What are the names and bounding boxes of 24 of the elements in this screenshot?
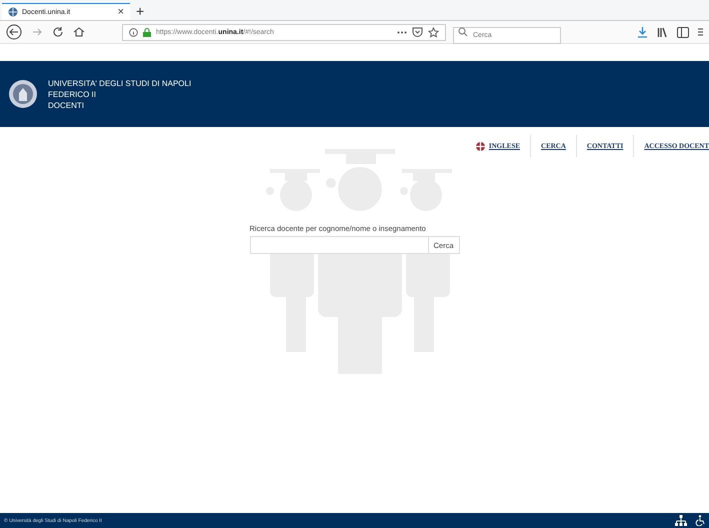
pocket-icon[interactable]: [412, 27, 423, 37]
menu-icon[interactable]: [698, 27, 703, 37]
header-title-line: UNIVERSITA' DEGLI STUDI DI NAPOLI: [48, 78, 192, 88]
more-icon[interactable]: [397, 30, 407, 34]
close-tab-button[interactable]: ×: [118, 6, 124, 18]
search-icon: [458, 27, 468, 37]
home-icon[interactable]: [73, 26, 85, 38]
library-icon[interactable]: [657, 26, 668, 38]
new-tab-button[interactable]: +: [130, 3, 150, 20]
reload-icon[interactable]: [52, 26, 64, 38]
accessibility-icon[interactable]: [695, 515, 705, 526]
globe-icon: [8, 7, 18, 17]
sidebar-icon[interactable]: [677, 26, 689, 38]
teacher-search-field[interactable]: [250, 236, 428, 254]
back-icon[interactable]: [6, 24, 22, 40]
info-icon: [129, 28, 138, 36]
sitemap-icon[interactable]: [675, 515, 687, 526]
download-icon[interactable]: [637, 26, 648, 38]
flag-icon: [476, 142, 485, 150]
star-icon[interactable]: [428, 26, 439, 38]
header-title-line: DOCENTI: [48, 100, 85, 110]
seal-logo-icon: [8, 79, 38, 109]
lock-icon: [143, 28, 151, 36]
header-title-line: FEDERICO II: [48, 88, 98, 100]
